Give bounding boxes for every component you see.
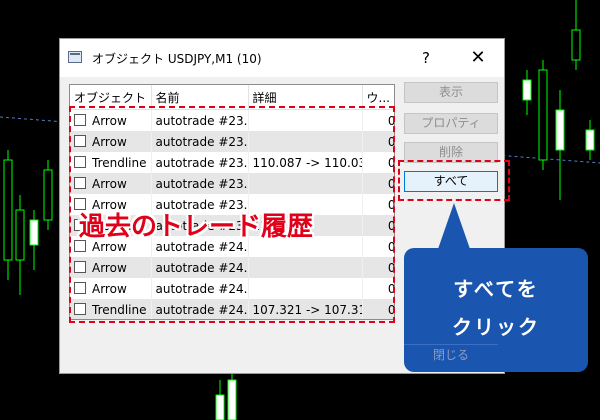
dialog-close-button[interactable]: 閉じる (404, 344, 498, 365)
candle-body (571, 29, 581, 61)
callout-tail (438, 203, 470, 249)
candle-body (538, 69, 548, 161)
properties-button[interactable]: プロパティ (404, 113, 498, 134)
candle-body (29, 219, 39, 246)
title-bar: オブジェクト USDJPY,M1 (10) ? ✕ (60, 39, 504, 77)
help-button[interactable]: ? (416, 47, 436, 69)
candle-body (43, 169, 53, 221)
candle-body (555, 109, 565, 151)
callout-line-1: すべてを (453, 277, 539, 301)
callout-text: すべてを クリック (404, 270, 588, 346)
candle-body (215, 394, 225, 420)
window-title: オブジェクト USDJPY,M1 (10) (92, 52, 262, 66)
history-annotation: 過去のトレード履歴 (79, 212, 314, 242)
window-icon (68, 51, 82, 63)
candle-body (585, 129, 595, 151)
all-button-highlight-box (398, 160, 510, 201)
candle-body (227, 379, 237, 420)
close-icon[interactable]: ✕ (466, 47, 490, 69)
show-button[interactable]: 表示 (404, 82, 498, 103)
candle-body (15, 209, 25, 261)
candle-body (522, 79, 532, 101)
candle-body (3, 159, 13, 261)
callout-line-2: クリック (452, 315, 540, 339)
